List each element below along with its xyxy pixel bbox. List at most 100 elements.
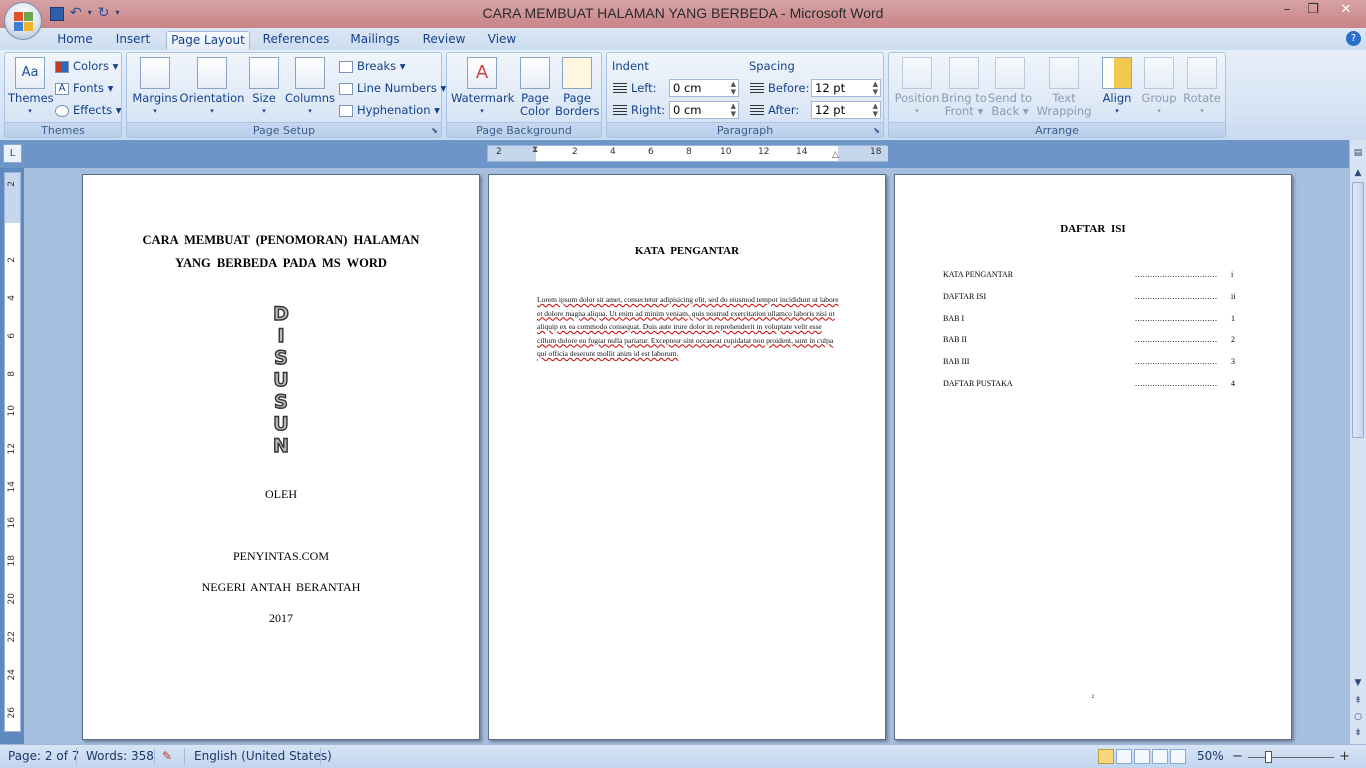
- effects-button[interactable]: Effects ▾: [55, 101, 122, 119]
- vertical-scrollbar[interactable]: ▤ ▲ ▼ ⇞ ○ ⇟: [1349, 140, 1366, 744]
- print-layout-view-icon[interactable]: [1098, 749, 1114, 764]
- zoom-slider-knob[interactable]: [1265, 751, 1272, 763]
- minimize-button[interactable]: –: [1274, 0, 1300, 22]
- tab-page-layout[interactable]: Page Layout: [166, 31, 250, 50]
- proofing-icon[interactable]: ✎: [162, 749, 172, 763]
- zoom-in-icon[interactable]: +: [1339, 749, 1350, 764]
- full-screen-reading-view-icon[interactable]: [1116, 749, 1132, 764]
- tab-home[interactable]: Home: [52, 31, 98, 50]
- scroll-down-icon[interactable]: ▼: [1352, 678, 1364, 688]
- zoom-level[interactable]: 50%: [1197, 749, 1224, 763]
- position-button[interactable]: Position ▾: [893, 57, 941, 118]
- horizontal-ruler[interactable]: 2 ⧗ 2 4 6 8 10 12 14 △ 18: [487, 145, 888, 162]
- page-setup-launcher-icon[interactable]: ⬊: [431, 126, 438, 135]
- page-borders-button[interactable]: Page Borders: [555, 57, 600, 118]
- line-numbers-button[interactable]: Line Numbers ▾: [339, 79, 446, 97]
- hyphenation-button[interactable]: Hyphenation ▾: [339, 101, 440, 119]
- indent-left-field[interactable]: 0 cm ▲ ▼: [669, 79, 739, 97]
- close-button[interactable]: ✕: [1326, 0, 1366, 22]
- window-title: CARA MEMBUAT HALAMAN YANG BERBEDA - Micr…: [482, 5, 884, 21]
- paragraph-group: Indent Left: 0 cm ▲ ▼ Right: 0 cm ▲ ▼ Spacin…: [606, 52, 884, 138]
- text-wrapping-button[interactable]: TextWrapping ▾: [1035, 57, 1093, 131]
- ruler-number: 12: [758, 147, 770, 157]
- outline-view-icon[interactable]: [1152, 749, 1168, 764]
- margins-button[interactable]: Margins ▾: [131, 57, 179, 118]
- tab-review[interactable]: Review: [416, 31, 472, 50]
- window-controls: – ❐ ✕: [1274, 0, 1366, 22]
- align-button[interactable]: Align ▾: [1097, 57, 1137, 118]
- group-label: Group: [1141, 91, 1177, 105]
- draft-view-icon[interactable]: [1170, 749, 1186, 764]
- watermark-icon: A: [467, 57, 497, 89]
- tab-selector-button[interactable]: L: [3, 144, 22, 163]
- cover-oleh: OLEH: [265, 487, 297, 501]
- tab-insert[interactable]: Insert: [110, 31, 156, 50]
- zoom-slider[interactable]: − +: [1232, 749, 1350, 764]
- orientation-label: Orientation: [179, 91, 245, 105]
- spacing-after-field[interactable]: 12 pt ▲ ▼: [811, 101, 881, 119]
- size-button[interactable]: Size ▾: [247, 57, 281, 118]
- send-to-back-button[interactable]: Send to Back ▾: [987, 57, 1033, 118]
- scroll-up-icon[interactable]: ▲: [1352, 168, 1364, 178]
- colors-button[interactable]: Colors ▾: [55, 57, 118, 75]
- vertical-ruler[interactable]: 2 2 4 6 8 10 12 14 16 18 20 22 24 26: [4, 172, 21, 732]
- next-page-icon[interactable]: ⇟: [1352, 728, 1364, 738]
- toc-row: DAFTAR ISI..............................…: [943, 292, 1243, 304]
- rotate-button[interactable]: Rotate ▾: [1181, 57, 1223, 118]
- right-indent-marker-icon[interactable]: △: [832, 150, 839, 160]
- themes-button[interactable]: Aa Themes ▾: [8, 57, 54, 118]
- indent-right-value: 0 cm: [673, 103, 702, 117]
- tab-references[interactable]: References: [260, 31, 332, 50]
- themes-group-label: Themes: [5, 122, 121, 137]
- fonts-icon: A: [55, 82, 69, 95]
- toc-page: 1: [1231, 314, 1235, 323]
- page-daftar-isi[interactable]: DAFTAR ISI KATA PENGANTAR...............…: [894, 174, 1292, 740]
- bring-to-front-button[interactable]: Bring to Front ▾: [941, 57, 987, 118]
- select-browse-object-icon[interactable]: ○: [1352, 712, 1364, 722]
- fonts-button[interactable]: A Fonts ▾: [55, 79, 113, 97]
- breaks-button[interactable]: Breaks ▾: [339, 57, 406, 75]
- group-button[interactable]: Group ▾: [1139, 57, 1179, 118]
- ruler-number: 18: [7, 555, 17, 567]
- columns-button[interactable]: Columns ▾: [285, 57, 335, 118]
- watermark-label: Watermark: [451, 91, 515, 105]
- tab-view[interactable]: View: [482, 31, 522, 50]
- restore-button[interactable]: ❐: [1300, 0, 1326, 22]
- spacing-before-icon: [750, 82, 764, 95]
- language-status[interactable]: English (United States): [194, 749, 332, 763]
- help-icon[interactable]: ?: [1346, 31, 1361, 46]
- indent-right-field[interactable]: 0 cm ▲ ▼: [669, 101, 739, 119]
- word-count-status[interactable]: Words: 358: [86, 749, 154, 763]
- toc-page: 4: [1231, 379, 1235, 388]
- margins-icon: [140, 57, 170, 89]
- toc-label: DAFTAR PUSTAKA: [943, 379, 1013, 388]
- disusun-wordart[interactable]: D I S U S U N: [263, 302, 299, 457]
- view-ruler-icon[interactable]: ▤: [1352, 148, 1364, 158]
- paragraph-launcher-icon[interactable]: ⬊: [873, 126, 880, 135]
- scroll-thumb[interactable]: [1352, 182, 1364, 438]
- previous-page-icon[interactable]: ⇞: [1352, 696, 1364, 706]
- size-icon: [249, 57, 279, 89]
- page-count-status[interactable]: Page: 2 of 7: [8, 749, 79, 763]
- spacing-after-label: After:: [750, 101, 799, 119]
- size-label: Size: [252, 91, 276, 105]
- ruler-number: 24: [7, 669, 17, 681]
- toc-dots: ......................................: [1135, 270, 1217, 279]
- toc-row: DAFTAR PUSTAKA..........................…: [943, 379, 1243, 391]
- page-kata-pengantar[interactable]: KATA PENGANTAR Lorem ipsum dolor sit ame…: [488, 174, 886, 740]
- page-cover[interactable]: CARA MEMBUAT (PENOMORAN) HALAMAN YANG BE…: [82, 174, 480, 740]
- ruler-number: 16: [7, 517, 17, 529]
- spacing-before-field[interactable]: 12 pt ▲ ▼: [811, 79, 881, 97]
- toc-row: BAB III.................................…: [943, 357, 1243, 369]
- web-layout-view-icon[interactable]: [1134, 749, 1150, 764]
- ruler-number: 26: [7, 707, 17, 719]
- office-button[interactable]: [4, 2, 42, 40]
- document-workspace[interactable]: CARA MEMBUAT (PENOMORAN) HALAMAN YANG BE…: [24, 168, 1349, 744]
- cover-title-line-2: YANG BERBEDA PADA MS WORD: [175, 256, 387, 270]
- tab-mailings[interactable]: Mailings: [344, 31, 406, 50]
- page-color-button[interactable]: Page Color: [515, 57, 555, 118]
- zoom-out-icon[interactable]: −: [1232, 749, 1243, 764]
- watermark-button[interactable]: A Watermark ▾: [451, 57, 515, 118]
- orientation-button[interactable]: Orientation ▾: [179, 57, 245, 118]
- first-line-indent-marker-icon[interactable]: ⧗: [532, 145, 538, 155]
